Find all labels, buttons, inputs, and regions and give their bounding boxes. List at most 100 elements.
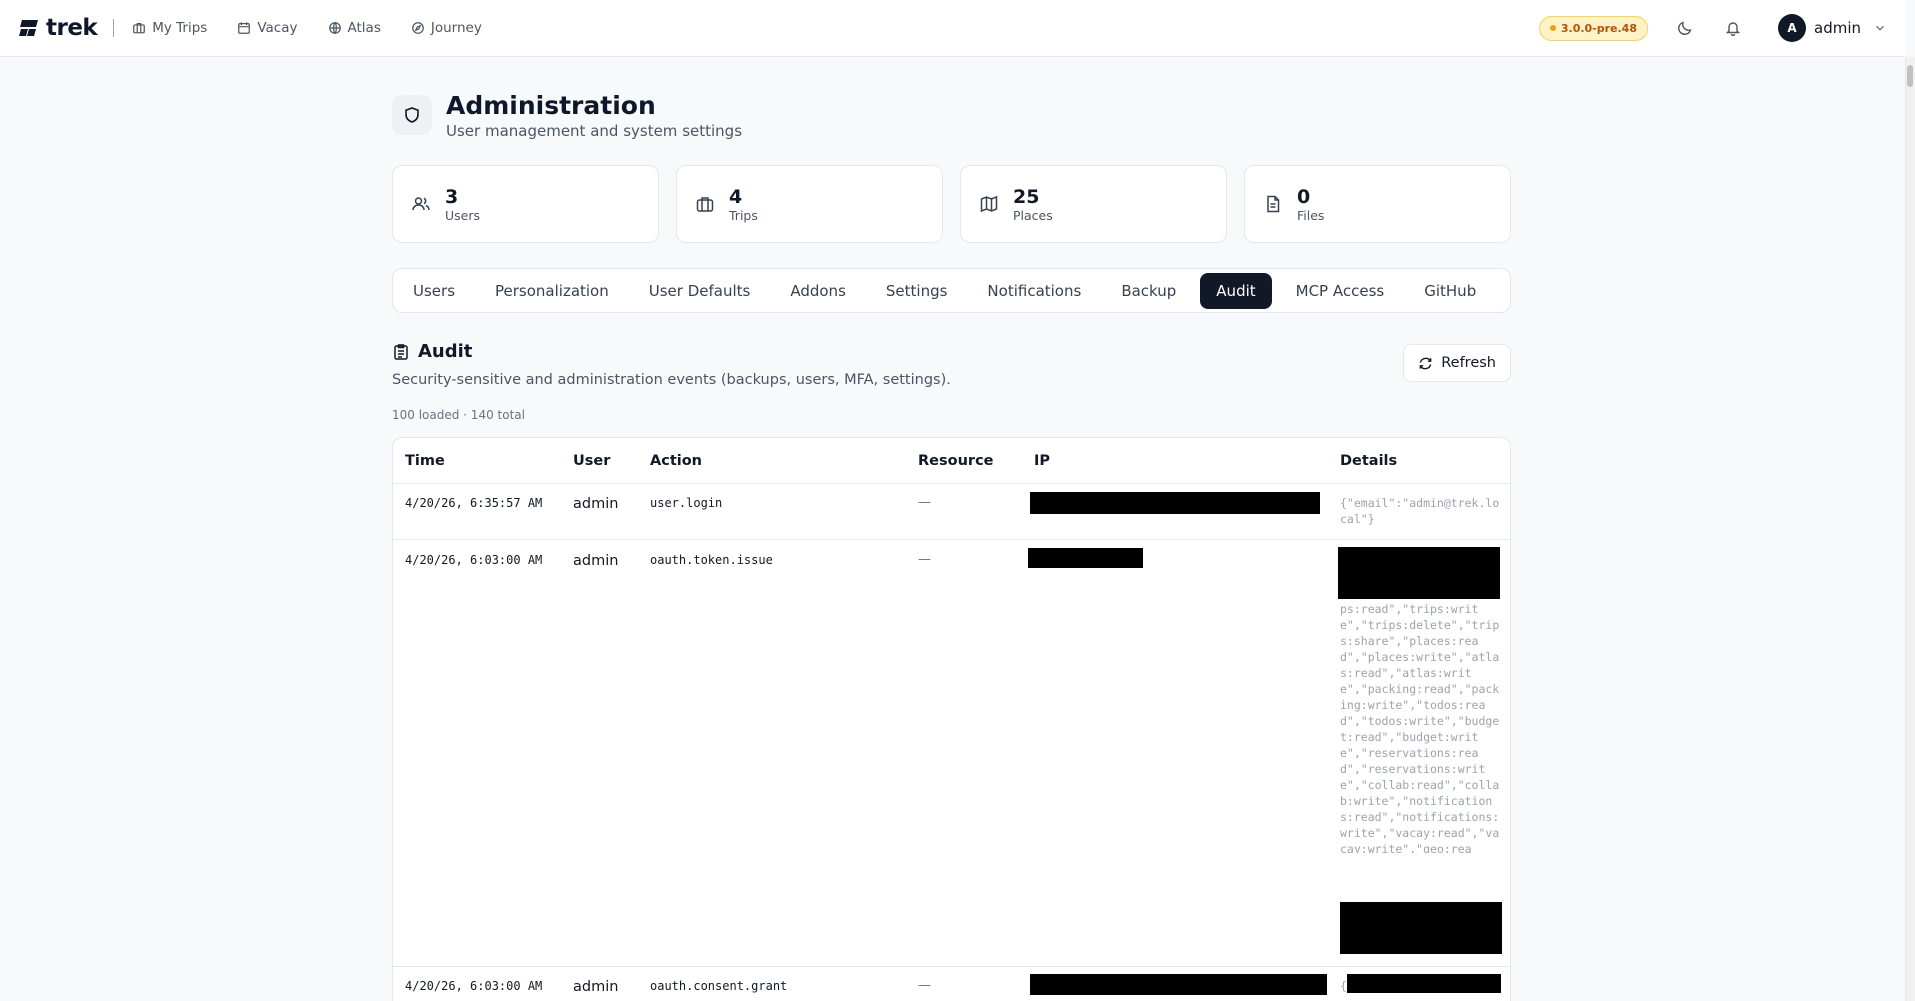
stat-card-places: 25 Places xyxy=(960,165,1227,243)
chevron-down-icon xyxy=(1876,25,1884,31)
nav-atlas-label: Atlas xyxy=(347,20,381,36)
tab-github[interactable]: GitHub xyxy=(1408,273,1492,309)
cell-resource: — xyxy=(918,495,931,510)
audit-section-header: Audit Security-sensitive and administrat… xyxy=(392,341,1511,422)
version-badge: 3.0.0-pre.48 xyxy=(1538,15,1648,41)
row-divider xyxy=(393,966,1510,967)
cell-time: 4/20/26, 6:35:57 AM xyxy=(405,496,543,510)
theme-toggle-button[interactable] xyxy=(1674,17,1696,39)
briefcase-icon xyxy=(696,197,714,212)
stat-value: 0 xyxy=(1297,185,1311,208)
nav-my-trips[interactable]: My Trips xyxy=(132,20,207,36)
stats-row: 3 Users 4 Trips 25 Places 0 Files xyxy=(392,165,1511,243)
tab-settings[interactable]: Settings xyxy=(870,273,964,309)
nav-atlas[interactable]: Atlas xyxy=(328,20,381,36)
briefcase-icon xyxy=(133,23,146,34)
clipboard-icon xyxy=(394,343,408,360)
users-icon xyxy=(412,197,430,211)
brand-logo[interactable]: trek xyxy=(18,15,98,41)
redacted-ip xyxy=(1030,492,1320,514)
audit-table: Time User Action Resource IP Details 4/2… xyxy=(392,437,1511,1001)
refresh-label: Refresh xyxy=(1441,355,1496,371)
stat-value: 3 xyxy=(445,185,459,208)
page-scrollbar[interactable] xyxy=(1905,57,1915,1001)
page-subtitle: User management and system settings xyxy=(446,122,743,140)
header-divider xyxy=(393,483,1510,484)
stat-label: Files xyxy=(1297,207,1325,223)
column-header-action[interactable]: Action xyxy=(650,453,702,469)
scrollbar-thumb[interactable] xyxy=(1907,65,1913,87)
cell-action: oauth.token.issue xyxy=(650,553,773,567)
nav-journey[interactable]: Journey xyxy=(411,20,482,36)
cell-action: user.login xyxy=(650,496,723,510)
tab-backup[interactable]: Backup xyxy=(1105,273,1192,309)
row-divider xyxy=(393,539,1510,540)
compass-icon xyxy=(411,22,424,34)
cell-resource: — xyxy=(918,978,931,993)
bell-icon xyxy=(1725,22,1741,36)
stat-label: Users xyxy=(445,207,481,223)
stat-label: Places xyxy=(1013,207,1053,223)
stat-card-users: 3 Users xyxy=(392,165,659,243)
cell-details: ps:read","trips:write","trips:delete","t… xyxy=(1340,602,1500,853)
refresh-button[interactable]: Refresh xyxy=(1403,344,1511,382)
audit-count: 100 loaded · 140 total xyxy=(392,408,525,422)
cell-time: 4/20/26, 6:03:00 AM xyxy=(405,553,543,567)
audit-title-text: Audit xyxy=(418,341,473,362)
column-header-details[interactable]: Details xyxy=(1340,453,1397,469)
cell-time: 4/20/26, 6:03:00 AM xyxy=(405,979,543,993)
globe-icon xyxy=(328,22,341,34)
redacted-details-bottom xyxy=(1340,902,1502,954)
redacted-details-top xyxy=(1338,547,1500,599)
brand-name: trek xyxy=(46,15,98,41)
tab-personalization[interactable]: Personalization xyxy=(479,273,625,309)
user-name: admin xyxy=(1814,19,1861,37)
shield-icon xyxy=(392,95,432,135)
audit-title: Audit xyxy=(392,341,1511,362)
file-icon xyxy=(1267,195,1280,213)
tab-mcp-access[interactable]: MCP Access xyxy=(1280,273,1401,309)
stat-value: 4 xyxy=(729,185,743,208)
notifications-button[interactable] xyxy=(1722,17,1744,39)
redacted-ip xyxy=(1028,548,1143,568)
nav-vacay-label: Vacay xyxy=(257,20,298,36)
cell-user: admin xyxy=(573,553,619,569)
stat-label: Trips xyxy=(729,207,758,223)
nav-my-trips-label: My Trips xyxy=(152,20,208,36)
stat-card-trips: 4 Trips xyxy=(676,165,943,243)
column-header-ip[interactable]: IP xyxy=(1034,453,1050,469)
nav-divider xyxy=(113,19,115,37)
moon-icon xyxy=(1678,21,1692,35)
cell-user: admin xyxy=(573,979,619,995)
tab-users[interactable]: Users xyxy=(397,273,471,309)
page-header: Administration User management and syste… xyxy=(392,92,742,140)
tab-notifications[interactable]: Notifications xyxy=(971,273,1097,309)
avatar: A xyxy=(1778,14,1806,42)
nav-journey-label: Journey xyxy=(430,20,482,36)
tab-user-defaults[interactable]: User Defaults xyxy=(633,273,767,309)
user-menu[interactable]: A admin xyxy=(1778,14,1887,42)
admin-tabs: Users Personalization User Defaults Addo… xyxy=(392,268,1511,313)
cell-user: admin xyxy=(573,496,619,512)
redacted-ip xyxy=(1030,974,1327,995)
map-icon xyxy=(980,195,998,213)
stat-card-files: 0 Files xyxy=(1244,165,1511,243)
tab-addons[interactable]: Addons xyxy=(774,273,862,309)
nav-vacay[interactable]: Vacay xyxy=(237,20,298,36)
stat-value: 25 xyxy=(1013,185,1040,208)
redacted-details xyxy=(1347,974,1501,993)
page-title: Administration xyxy=(446,91,656,120)
audit-description: Security-sensitive and administration ev… xyxy=(392,372,951,388)
cell-action: oauth.consent.grant xyxy=(650,979,788,993)
refresh-icon xyxy=(1419,357,1432,369)
cell-resource: — xyxy=(918,552,931,567)
column-header-time[interactable]: Time xyxy=(405,453,445,469)
version-dot-icon xyxy=(1549,25,1556,31)
trek-logo-icon xyxy=(18,17,40,39)
tab-audit[interactable]: Audit xyxy=(1200,272,1272,309)
column-header-resource[interactable]: Resource xyxy=(918,453,994,469)
calendar-icon xyxy=(238,22,251,34)
top-navbar: trek My Trips Vacay Atlas Journey 3.0.0-… xyxy=(0,0,1905,57)
version-label: 3.0.0-pre.48 xyxy=(1560,21,1637,35)
column-header-user[interactable]: User xyxy=(573,453,610,469)
